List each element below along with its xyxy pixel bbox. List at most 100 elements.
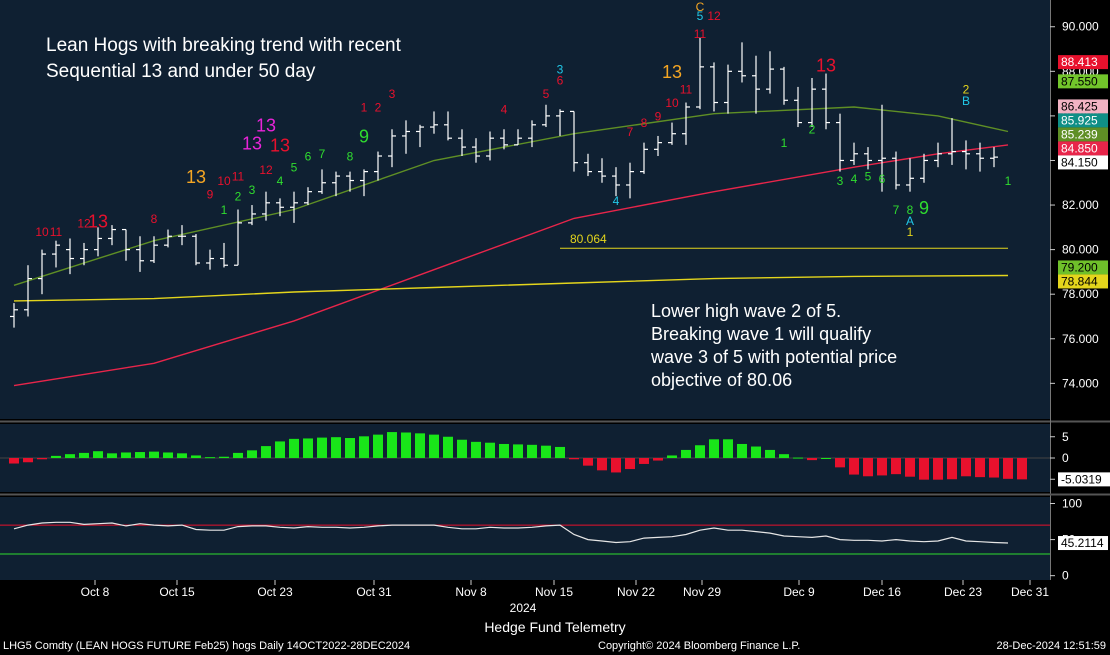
sequential-count-label: 7 bbox=[319, 147, 326, 161]
sequential-count-label: 13 bbox=[88, 211, 108, 231]
macd-histogram-bar bbox=[177, 453, 187, 458]
macd-histogram-bar bbox=[709, 439, 719, 458]
macd-histogram-bar bbox=[751, 446, 761, 458]
macd-histogram-bar bbox=[303, 438, 313, 458]
macd-histogram-bar bbox=[891, 458, 901, 475]
sequential-count-label: 6 bbox=[879, 172, 886, 186]
macd-histogram-bar bbox=[415, 433, 425, 458]
watermark-text: Hedge Fund Telemetry bbox=[484, 619, 626, 635]
sequential-count-label: 10 bbox=[35, 225, 49, 239]
sequential-count-label: 11 bbox=[50, 225, 63, 239]
sequential-count-label: 13 bbox=[256, 115, 276, 135]
target-level-label: 80.064 bbox=[570, 232, 607, 246]
price-value-badge: 85.925 bbox=[1058, 113, 1108, 128]
macd-histogram-bar bbox=[779, 454, 789, 458]
price-tick-label: 74.000 bbox=[1062, 376, 1099, 390]
macd-histogram-bar bbox=[737, 443, 747, 458]
macd-histogram-bar bbox=[877, 458, 887, 476]
macd-histogram-bar bbox=[849, 458, 859, 475]
sequential-count-label: 2 bbox=[809, 123, 816, 137]
macd-histogram-bar bbox=[821, 458, 831, 459]
price-value-badge: 78.844 bbox=[1058, 274, 1108, 289]
sequential-count-label: 4 bbox=[277, 174, 284, 188]
macd-histogram-bar bbox=[275, 441, 285, 458]
macd-histogram-bar bbox=[947, 458, 957, 480]
price-value-badge-text: 86.425 bbox=[1061, 99, 1098, 113]
sequential-count-label: 6 bbox=[305, 149, 312, 163]
chart-title-line-1: Lean Hogs with breaking trend with recen… bbox=[46, 35, 402, 56]
price-value-badge: 84.150 bbox=[1058, 155, 1108, 170]
price-tick-label: 76.000 bbox=[1062, 332, 1099, 346]
macd-histogram-bar bbox=[611, 458, 621, 473]
x-tick-label: Dec 23 bbox=[944, 585, 982, 599]
macd-histogram-bar bbox=[975, 458, 985, 478]
price-value-badge-text: 85.925 bbox=[1061, 113, 1098, 127]
macd-histogram-bar bbox=[723, 439, 733, 458]
x-tick-label: Nov 15 bbox=[535, 585, 573, 599]
sequential-count-label: 2 bbox=[235, 190, 242, 204]
price-tick-label: 90.000 bbox=[1062, 20, 1099, 34]
macd-histogram-bar bbox=[289, 438, 299, 458]
x-tick-label: Nov 8 bbox=[455, 585, 487, 599]
macd-histogram-bar bbox=[513, 444, 523, 458]
macd-last-value-text: -5.0319 bbox=[1061, 472, 1102, 486]
macd-histogram-bar bbox=[65, 454, 75, 458]
macd-histogram-bar bbox=[93, 451, 103, 458]
macd-histogram-bar bbox=[261, 446, 271, 458]
price-value-badge-text: 84.850 bbox=[1061, 141, 1098, 155]
price-value-badge: 85.239 bbox=[1058, 127, 1108, 142]
x-tick-label: Oct 31 bbox=[356, 585, 392, 599]
macd-histogram-bar bbox=[933, 458, 943, 480]
macd-histogram-bar bbox=[457, 439, 467, 458]
footer-timestamp: 28-Dec-2024 12:51:59 bbox=[996, 640, 1106, 652]
macd-histogram-bar bbox=[1017, 458, 1027, 480]
sequential-count-label: 12 bbox=[259, 163, 273, 177]
sequential-count-label: 1 bbox=[1005, 174, 1012, 188]
x-tick-label: Oct 15 bbox=[159, 585, 195, 599]
macd-tick-label: 5 bbox=[1062, 430, 1069, 444]
macd-histogram-bar bbox=[527, 444, 537, 458]
macd-histogram-bar bbox=[443, 436, 453, 458]
price-value-badge: 86.425 bbox=[1058, 99, 1108, 114]
price-value-badge-text: 79.200 bbox=[1061, 260, 1098, 274]
macd-histogram-bar bbox=[387, 432, 397, 458]
sequential-count-label: 12 bbox=[707, 9, 721, 23]
sequential-count-label: 1 bbox=[907, 225, 914, 239]
rsi-tick-label: 0 bbox=[1062, 569, 1069, 583]
rsi-plot-background bbox=[0, 497, 1050, 580]
sequential-count-label: 7 bbox=[893, 203, 900, 217]
macd-tick-label: 0 bbox=[1062, 451, 1069, 465]
sequential-count-label: 10 bbox=[217, 174, 231, 188]
sequential-count-label: 1 bbox=[781, 136, 788, 150]
macd-histogram-bar bbox=[597, 458, 607, 471]
macd-histogram-bar bbox=[359, 436, 369, 458]
chart-title-line-2: Sequential 13 and under 50 day bbox=[46, 61, 316, 82]
macd-histogram-bar bbox=[401, 432, 411, 458]
macd-histogram-bar bbox=[1003, 458, 1013, 479]
macd-histogram-bar bbox=[625, 458, 635, 470]
price-tick-label: 78.000 bbox=[1062, 287, 1099, 301]
macd-histogram-bar bbox=[541, 445, 551, 458]
sequential-count-label: 2 bbox=[375, 100, 382, 114]
macd-histogram-bar bbox=[919, 458, 929, 480]
macd-histogram-bar bbox=[51, 455, 61, 458]
macd-histogram-bar bbox=[499, 443, 509, 458]
price-value-badge: 87.550 bbox=[1058, 74, 1108, 89]
macd-histogram-bar bbox=[765, 449, 775, 458]
price-tick-label: 82.000 bbox=[1062, 198, 1099, 212]
macd-histogram-bar bbox=[681, 449, 691, 458]
rsi-tick-label: 100 bbox=[1062, 496, 1082, 510]
price-value-badge-text: 84.150 bbox=[1061, 155, 1098, 169]
macd-histogram-bar bbox=[149, 451, 159, 458]
sequential-count-label: 4 bbox=[851, 172, 858, 186]
wave-annotation-line-3: wave 3 of 5 with potential price bbox=[650, 347, 897, 367]
x-tick-label: Dec 16 bbox=[863, 585, 901, 599]
sequential-count-label: 1 bbox=[361, 100, 368, 114]
price-tick-label: 80.000 bbox=[1062, 243, 1099, 257]
footer-security-info: LHG5 Comdty (LEAN HOGS FUTURE Feb25) hog… bbox=[3, 640, 411, 652]
macd-histogram-bar bbox=[107, 453, 117, 458]
sequential-count-label: 13 bbox=[270, 136, 290, 156]
macd-histogram-bar bbox=[471, 441, 481, 458]
x-tick-label: Oct 8 bbox=[81, 585, 110, 599]
sequential-count-label: 13 bbox=[242, 133, 262, 153]
